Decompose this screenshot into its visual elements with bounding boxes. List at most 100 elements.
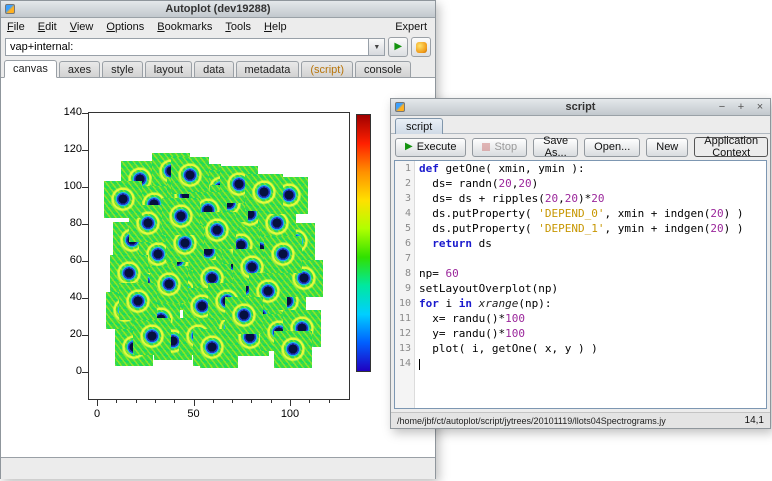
main-menubar: File Edit View Options Bookmarks Tools H… xyxy=(1,18,435,35)
canvas-panel[interactable]: 0 20 40 60 80 100 120 140 0 50 100 xyxy=(1,78,435,457)
colorbar xyxy=(356,114,371,372)
code-lines: 1 def getOne( xmin, ymin ): 2 ds= randn(20… xyxy=(395,161,766,371)
busy-indicator-button[interactable] xyxy=(411,37,431,57)
x-tick-mark xyxy=(97,400,98,406)
code-line: 11 x= randu()*100 xyxy=(395,311,766,326)
menu-file[interactable]: File xyxy=(7,21,25,33)
line-number: 6 xyxy=(404,238,411,249)
line-number: 2 xyxy=(404,178,411,189)
code-text: ds.putProperty( 'DEPEND_0', xmin + indge… xyxy=(419,207,744,220)
y-tick-mark xyxy=(82,261,88,263)
save-as-button[interactable]: Save As... xyxy=(533,135,579,159)
menu-expert[interactable]: Expert xyxy=(395,21,427,33)
code-line: 4 ds.putProperty( 'DEPEND_0', xmin + ind… xyxy=(395,206,766,221)
code-line: 5 ds.putProperty( 'DEPEND_1', ymin + ind… xyxy=(395,221,766,236)
y-tick-label: 40 xyxy=(69,291,82,304)
tab-axes[interactable]: axes xyxy=(58,61,101,77)
tab-console[interactable]: console xyxy=(355,61,411,77)
go-button[interactable]: ▶ xyxy=(388,37,409,57)
code-line: 9 setLayoutOverplot(np) xyxy=(395,281,766,296)
line-number: 13 xyxy=(398,343,411,354)
x-minor-tick xyxy=(328,400,330,403)
x-minor-tick xyxy=(251,400,253,403)
menu-help[interactable]: Help xyxy=(264,21,287,33)
code-line: 1 def getOne( xmin, ymin ): xyxy=(395,161,766,176)
y-tick-mark xyxy=(82,113,88,115)
spectrogram-patch xyxy=(103,180,142,218)
window-controls: − + × xyxy=(717,101,765,113)
maximize-icon[interactable]: + xyxy=(736,101,746,113)
new-button[interactable]: New xyxy=(646,137,689,157)
x-minor-tick xyxy=(270,400,272,403)
line-number: 12 xyxy=(398,328,411,339)
minimize-icon[interactable]: − xyxy=(717,101,727,113)
line-number: 7 xyxy=(404,253,411,264)
script-toolbar: ▶ Execute Stop Save As... Open... New Ap… xyxy=(391,134,770,160)
plot-area[interactable] xyxy=(88,112,350,400)
dropdown-arrow-icon[interactable]: ▼ xyxy=(368,39,385,55)
x-minor-tick xyxy=(174,400,176,403)
open-button[interactable]: Open... xyxy=(584,137,641,157)
tab-metadata[interactable]: metadata xyxy=(235,61,300,77)
y-tick-mark xyxy=(82,187,88,189)
x-tick-label: 100 xyxy=(280,408,300,420)
code-line: 13 plot( i, getOne( x, y ) ) xyxy=(395,341,766,356)
address-combo[interactable]: vap+internal: ▼ xyxy=(5,38,386,56)
menu-view[interactable]: View xyxy=(70,21,94,33)
close-icon[interactable]: × xyxy=(755,101,765,113)
y-tick-label: 60 xyxy=(69,254,82,267)
menu-edit[interactable]: Edit xyxy=(38,21,57,33)
y-tick-label: 80 xyxy=(69,217,82,230)
main-window: Autoplot (dev19288) File Edit View Optio… xyxy=(0,0,436,479)
line-number: 14 xyxy=(398,358,411,369)
code-line: 7 xyxy=(395,251,766,266)
code-line: 3 ds= ds + ripples(20,20)*20 xyxy=(395,191,766,206)
line-number: 8 xyxy=(404,268,411,279)
stop-icon xyxy=(482,143,491,151)
script-window-title: script xyxy=(565,101,596,113)
tab-style[interactable]: style xyxy=(102,61,143,77)
execute-play-icon: ▶ xyxy=(405,141,413,152)
code-text: return ds xyxy=(432,237,492,250)
stop-button[interactable]: Stop xyxy=(472,137,528,157)
execute-label: Execute xyxy=(416,141,457,153)
x-minor-tick xyxy=(309,400,311,403)
x-minor-tick xyxy=(135,400,137,403)
line-number: 9 xyxy=(404,283,411,294)
spectrogram-patch xyxy=(132,317,171,355)
caret-position: 14,1 xyxy=(744,415,764,426)
spectrogram-patch xyxy=(198,212,237,250)
address-value: vap+internal: xyxy=(10,41,74,53)
execute-button[interactable]: ▶ Execute xyxy=(395,137,467,157)
line-number: 5 xyxy=(404,223,411,234)
menu-bookmarks[interactable]: Bookmarks xyxy=(157,21,212,33)
code-text: x= randu()*100 xyxy=(419,312,525,325)
line-number: 11 xyxy=(398,313,411,324)
spectrogram-patch xyxy=(119,282,158,320)
main-status-strip xyxy=(1,457,435,479)
tab-canvas[interactable]: canvas xyxy=(4,60,57,78)
spectrogram-patch xyxy=(273,330,312,368)
tab-script-editor[interactable]: script xyxy=(395,118,444,134)
script-window-icon xyxy=(395,102,405,112)
menu-options[interactable]: Options xyxy=(106,21,144,33)
code-text xyxy=(415,356,420,371)
tab-data[interactable]: data xyxy=(194,61,234,77)
script-tabstrip: script xyxy=(391,116,770,134)
main-titlebar[interactable]: Autoplot (dev19288) xyxy=(1,1,435,18)
code-text: setLayoutOverplot(np) xyxy=(419,282,559,295)
tab-script[interactable]: (script) xyxy=(301,61,353,77)
y-tick-label: 140 xyxy=(63,106,82,119)
script-titlebar[interactable]: script − + × xyxy=(391,99,770,116)
code-line: 14 xyxy=(395,356,766,371)
menu-tools[interactable]: Tools xyxy=(225,21,251,33)
x-minor-tick xyxy=(116,400,118,403)
code-text: plot( i, getOne( x, y ) ) xyxy=(419,342,598,355)
y-tick-mark xyxy=(82,150,88,152)
tab-layout[interactable]: layout xyxy=(144,61,193,77)
busy-indicator-icon xyxy=(415,41,427,53)
application-context-button[interactable]: Application Context xyxy=(694,135,769,159)
script-editor[interactable]: 1 def getOne( xmin, ymin ): 2 ds= randn(20… xyxy=(394,160,767,409)
main-window-title: Autoplot (dev19288) xyxy=(165,3,271,15)
